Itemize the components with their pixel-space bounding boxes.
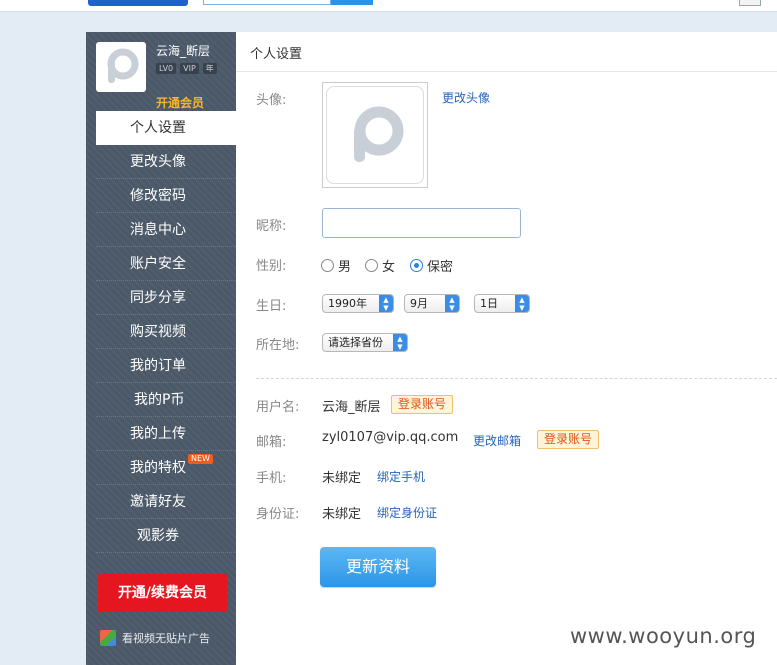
idcard-label: 身份证:: [256, 507, 300, 522]
username-value: 云海_断层: [322, 400, 381, 415]
change-email-link[interactable]: 更改邮箱: [473, 432, 521, 449]
select-arrows-icon: ▲ ▼: [445, 295, 459, 312]
birth-day-select[interactable]: 1日 ▲ ▼: [474, 294, 530, 313]
panel-header: 个人设置: [236, 32, 777, 72]
email-label: 邮箱:: [256, 435, 287, 450]
birthday-label: 生日:: [256, 299, 287, 314]
sidebar-item-movie-vouchers[interactable]: 观影券: [96, 519, 236, 553]
sidebar-item-my-uploads[interactable]: 我的上传: [96, 417, 236, 451]
sidebar-menu: 个人设置 更改头像 修改密码 消息中心 账户安全 同步分享 购买视频 我的订单 …: [96, 111, 236, 553]
top-bar: [0, 0, 777, 12]
nickname-input[interactable]: [322, 208, 521, 238]
bind-idcard-link[interactable]: 绑定身份证: [377, 504, 437, 521]
idcard-value: 未绑定: [322, 507, 362, 522]
sidebar-item-my-privileges[interactable]: 我的特权 NEW: [96, 451, 236, 485]
sidebar-item-label: 消息中心: [130, 222, 186, 238]
no-ads-promo[interactable]: 看视频无贴片广告: [100, 630, 210, 646]
email-value: zyl0107@vip.qq.com: [322, 430, 459, 445]
select-value: 1日: [480, 297, 498, 310]
birth-year-select[interactable]: 1990年 ▲ ▼: [322, 294, 394, 313]
level-badges: LV0 VIP 年: [156, 63, 217, 74]
new-badge: NEW: [188, 454, 213, 464]
open-vip-link[interactable]: 开通会员: [156, 94, 204, 111]
pptv-logo-icon: [354, 106, 404, 162]
radio-label: 保密: [427, 260, 454, 275]
avatar-preview: [322, 82, 428, 188]
gender-radio-secret[interactable]: 保密: [410, 256, 453, 275]
sidebar-item-personal-settings[interactable]: 个人设置: [96, 111, 236, 145]
sidebar: 云海_断层 LV0 VIP 年 开通会员 个人设置 更改头像 修改密码 消息中心…: [86, 32, 236, 665]
page-background: [0, 12, 777, 32]
sidebar-item-label: 我的特权: [130, 460, 186, 476]
radio-button-selected[interactable]: [410, 259, 423, 272]
sidebar-item-label: 邀请好友: [130, 494, 186, 510]
sidebar-item-change-avatar[interactable]: 更改头像: [96, 145, 236, 179]
promo-icon: [100, 630, 116, 646]
select-arrows-icon: ▲ ▼: [515, 295, 529, 312]
sidebar-item-change-password[interactable]: 修改密码: [96, 179, 236, 213]
avatar[interactable]: [96, 42, 146, 92]
sidebar-item-account-security[interactable]: 账户安全: [96, 247, 236, 281]
sidebar-item-label: 账户安全: [130, 256, 186, 272]
sidebar-item-label: 修改密码: [130, 188, 186, 204]
watermark: www.wooyun.org: [570, 624, 757, 648]
province-select[interactable]: 请选择省份 ▲ ▼: [322, 333, 408, 352]
sidebar-item-invite-friends[interactable]: 邀请好友: [96, 485, 236, 519]
sidebar-item-my-orders[interactable]: 我的订单: [96, 349, 236, 383]
sidebar-item-label: 我的P币: [134, 392, 185, 408]
username: 云海_断层: [156, 44, 211, 58]
search-button[interactable]: [331, 0, 373, 5]
radio-label: 男: [338, 260, 352, 275]
change-avatar-link[interactable]: 更改头像: [442, 89, 490, 106]
avatar-image: [326, 86, 424, 184]
year-badge: 年: [202, 63, 217, 74]
bind-phone-link[interactable]: 绑定手机: [377, 468, 425, 485]
pptv-logo-icon: [107, 48, 139, 83]
promo-text: 看视频无贴片广告: [122, 632, 210, 645]
radio-button[interactable]: [365, 259, 378, 272]
page-title: 个人设置: [250, 47, 303, 62]
avatar-label: 头像:: [256, 93, 287, 108]
sidebar-item-label: 我的订单: [130, 358, 186, 374]
location-label: 所在地:: [256, 338, 300, 353]
level-badge: LV0: [156, 63, 177, 74]
phone-value: 未绑定: [322, 471, 362, 486]
top-right-control[interactable]: [739, 0, 761, 6]
phone-label: 手机:: [256, 471, 287, 486]
page-background-left: [0, 12, 86, 665]
sidebar-item-buy-video[interactable]: 购买视频: [96, 315, 236, 349]
login-account-tag: 登录账号: [537, 430, 600, 449]
sidebar-item-label: 同步分享: [130, 290, 186, 306]
select-value: 1990年: [328, 297, 367, 310]
search-input[interactable]: [203, 0, 331, 5]
sidebar-item-message-center[interactable]: 消息中心: [96, 213, 236, 247]
renew-vip-button[interactable]: 开通/续费会员: [98, 574, 227, 612]
sidebar-item-label: 更改头像: [130, 154, 186, 170]
gender-radio-female[interactable]: 女: [365, 256, 395, 275]
gender-radio-male[interactable]: 男: [321, 256, 351, 275]
login-account-tag: 登录账号: [391, 395, 454, 414]
settings-panel: 个人设置 头像: 更改头像 昵称: 性别: 男 女 保密 生日: 1990年 ▲…: [236, 32, 777, 665]
select-value: 请选择省份: [328, 336, 383, 349]
radio-button[interactable]: [321, 259, 334, 272]
birth-month-select[interactable]: 9月 ▲ ▼: [404, 294, 460, 313]
username-label: 用户名:: [256, 400, 300, 415]
select-arrows-icon: ▲ ▼: [393, 334, 407, 351]
gender-label: 性别:: [256, 259, 287, 274]
nickname-label: 昵称:: [256, 219, 287, 234]
user-profile: 云海_断层 LV0 VIP 年 开通会员: [96, 42, 236, 112]
sidebar-item-sync-share[interactable]: 同步分享: [96, 281, 236, 315]
sidebar-item-label: 购买视频: [130, 324, 186, 340]
radio-label: 女: [382, 260, 396, 275]
vip-badge: VIP: [180, 63, 199, 74]
sidebar-item-label: 我的上传: [130, 426, 186, 442]
sidebar-item-my-pcoin[interactable]: 我的P币: [96, 383, 236, 417]
sidebar-item-label: 观影券: [137, 528, 179, 544]
select-arrows-icon: ▲ ▼: [379, 295, 393, 312]
sidebar-item-label: 个人设置: [130, 120, 186, 136]
section-divider: [256, 378, 777, 379]
site-logo[interactable]: [88, 0, 188, 6]
update-profile-button[interactable]: 更新资料: [320, 547, 436, 587]
select-value: 9月: [410, 297, 428, 310]
